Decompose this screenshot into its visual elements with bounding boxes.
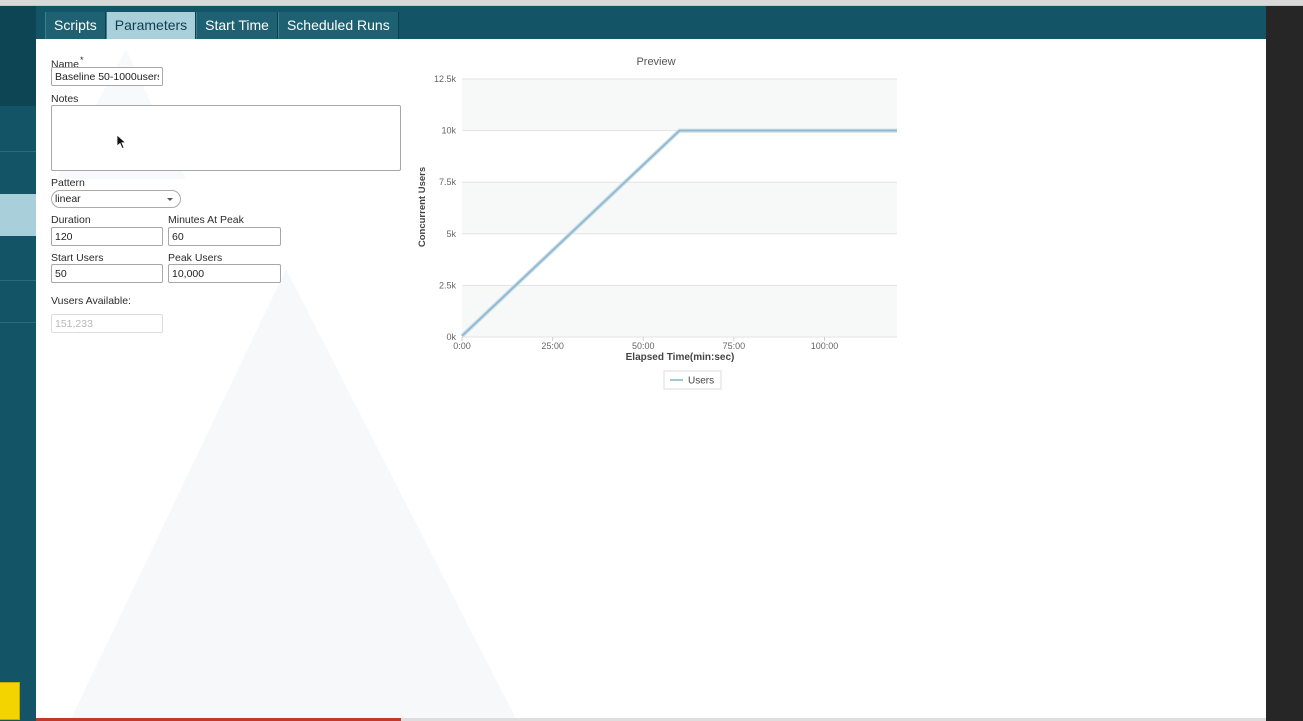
minutes-at-peak-field[interactable]	[168, 227, 281, 246]
tab-bar: Scripts Parameters Start Time Scheduled …	[36, 6, 1266, 39]
vusers-available-field	[51, 314, 163, 333]
peak-users-label: Peak Users	[168, 252, 223, 264]
plot-bands	[462, 79, 897, 337]
x-axis-label: Elapsed Time(min:sec)	[626, 352, 735, 363]
y-tick-label: 5k	[446, 229, 456, 239]
tab-scheduled-runs[interactable]: Scheduled Runs	[277, 12, 399, 39]
x-tick-label: 25:00	[541, 341, 564, 351]
tab-scripts[interactable]: Scripts	[45, 12, 106, 39]
duration-label: Duration	[51, 214, 91, 226]
name-field[interactable]	[51, 67, 163, 86]
left-sidebar	[0, 6, 36, 721]
x-tick-label: 0:00	[453, 341, 471, 351]
tab-start-time[interactable]: Start Time	[196, 12, 278, 39]
legend-label-users: Users	[688, 376, 714, 387]
x-axis-ticks: 0:00 25:00 50:00 75:00 100:00	[453, 337, 838, 351]
required-marker: *	[80, 55, 84, 65]
app-window: Scripts Parameters Start Time Scheduled …	[0, 0, 1303, 721]
y-tick-label: 7.5k	[439, 177, 457, 187]
tab-parameters[interactable]: Parameters	[105, 12, 197, 39]
sidebar-header-band	[0, 6, 36, 106]
tab-list: Scripts Parameters Start Time Scheduled …	[45, 12, 399, 39]
pattern-label: Pattern	[51, 177, 85, 189]
pattern-select-value: linear	[55, 193, 81, 205]
start-users-field[interactable]	[51, 264, 163, 283]
y-axis-ticks: 0k2.5k5k7.5k10k12.5k	[434, 74, 457, 342]
sidebar-divider	[0, 280, 36, 281]
start-users-label: Start Users	[51, 252, 104, 264]
mouse-cursor-icon	[117, 135, 127, 150]
notes-textarea[interactable]	[51, 105, 401, 171]
y-tick-label: 10k	[441, 126, 456, 136]
pattern-select[interactable]: linear	[51, 190, 181, 208]
preview-chart: Preview 0k2.5k5k7.5k10k12.5k 0:00 25:00 50…	[417, 56, 897, 390]
sidebar-divider	[0, 322, 36, 323]
x-tick-label: 50:00	[632, 341, 655, 351]
sidebar-item-active[interactable]	[0, 194, 36, 236]
notes-label: Notes	[51, 93, 79, 105]
plot-band	[462, 285, 897, 337]
vusers-available-label: Vusers Available:	[51, 295, 131, 307]
chevron-down-icon	[167, 198, 173, 201]
y-tick-label: 12.5k	[434, 74, 457, 84]
right-panel-strip	[1266, 6, 1303, 721]
plot-band	[462, 182, 897, 234]
chart-title: Preview	[636, 56, 675, 68]
duration-field[interactable]	[51, 227, 163, 246]
x-tick-label: 75:00	[723, 341, 746, 351]
chart-legend[interactable]: Users	[663, 370, 722, 390]
y-tick-label: 2.5k	[439, 280, 457, 290]
y-axis-label: Concurrent Users	[417, 167, 428, 247]
peak-users-field[interactable]	[168, 264, 281, 283]
sidebar-divider	[0, 151, 36, 152]
x-tick-label: 100:00	[811, 341, 839, 351]
sticky-note-icon[interactable]	[0, 682, 20, 720]
plot-band	[462, 79, 897, 131]
minutes-at-peak-label: Minutes At Peak	[168, 214, 244, 226]
parameters-panel: Name* Notes Pattern linear Duration Minu…	[36, 39, 1266, 721]
